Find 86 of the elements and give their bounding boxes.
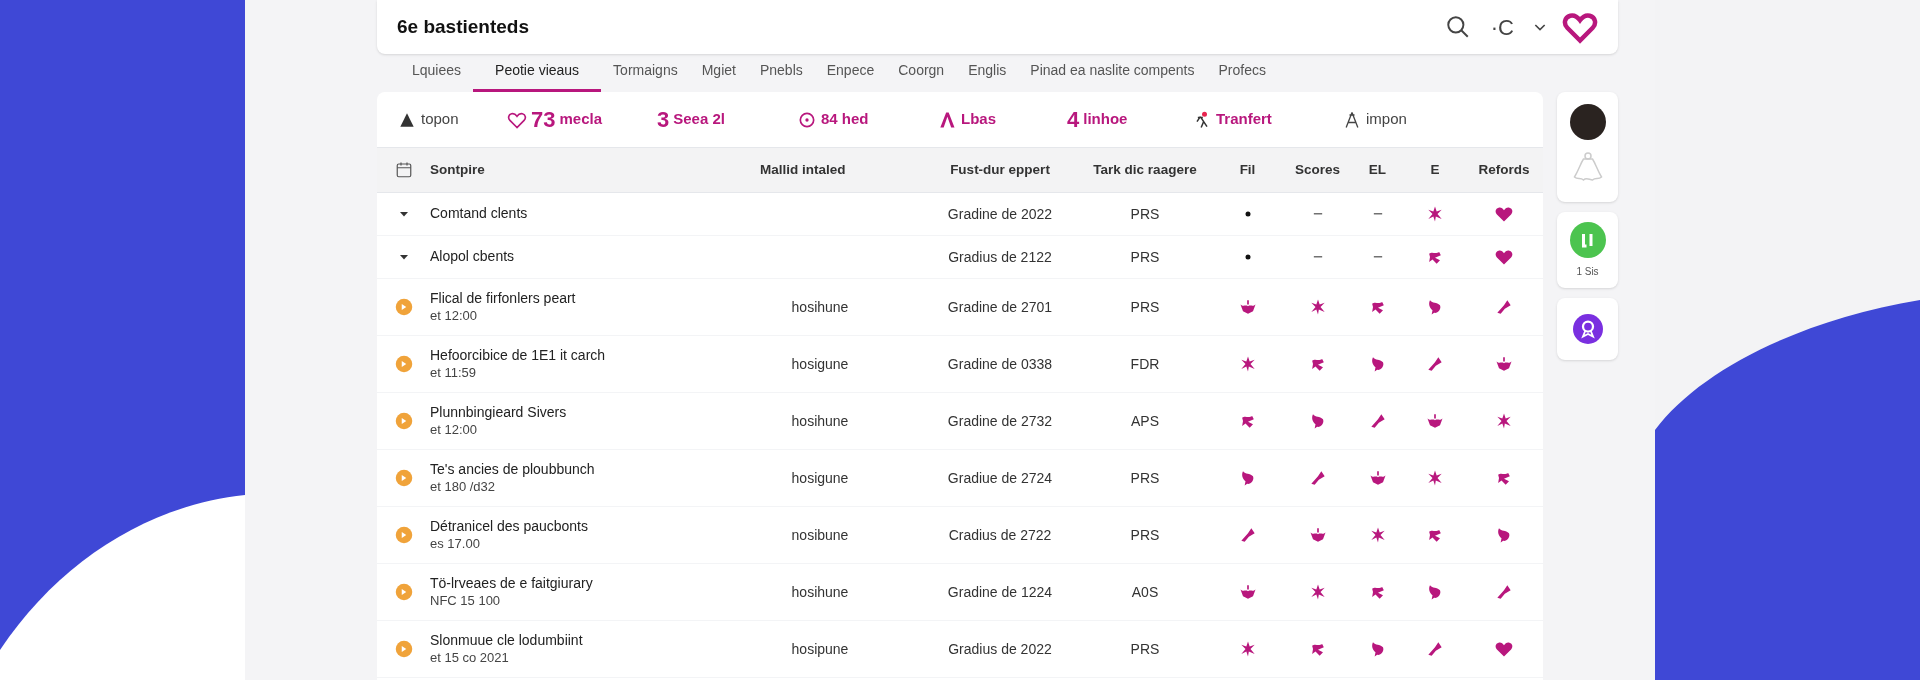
table-cell-text: hosihune xyxy=(791,297,849,317)
table-cell-text: NFC 15 100 xyxy=(430,592,502,609)
stat-label: linhoe xyxy=(1083,109,1128,130)
tab[interactable]: Tormaigns xyxy=(601,60,690,92)
table-cell-text: Cradius de 2722 xyxy=(948,525,1052,545)
table-cell-text: hosigune xyxy=(791,354,849,374)
stat-value: 3 xyxy=(657,106,670,134)
table-cell-text: PRS xyxy=(1130,204,1160,224)
search-icon[interactable] xyxy=(1444,14,1471,40)
table-cell-text: Plunnbingieard Sivers xyxy=(430,404,568,422)
table-cell-text: et 11:59 xyxy=(430,364,478,381)
table-cell-text: Gradine de 1224 xyxy=(947,582,1053,602)
stat-label: topon xyxy=(421,109,459,130)
table-cell-text: Détranicel des paucbonts xyxy=(430,518,589,536)
column-header: E xyxy=(1429,160,1441,179)
status-dot-icon xyxy=(394,640,413,658)
table-cell-text: PRS xyxy=(1130,639,1160,659)
column-header: Scores xyxy=(1294,160,1341,179)
table-cell-text: Gradiue de 2724 xyxy=(947,468,1053,488)
tab[interactable]: Pinad ea naslite compents xyxy=(1018,60,1207,92)
tab[interactable]: Coorgn xyxy=(886,60,957,92)
stat-label: mecla xyxy=(559,109,603,130)
status-dot-icon xyxy=(394,526,413,544)
table-cell-text: Comtand clents xyxy=(430,205,529,223)
table-cell-text: hosigune xyxy=(791,468,849,488)
table-cell-text: Gradine de 0338 xyxy=(947,354,1053,374)
column-header: Sontpire xyxy=(430,160,486,179)
table-cell-text: FDR xyxy=(1130,354,1160,374)
table-cell-text: et 15 co 2021 xyxy=(430,649,510,666)
tab[interactable]: Pnebls xyxy=(747,60,815,92)
table-cell-text: hosihune xyxy=(791,411,849,431)
tab[interactable]: Mgiet xyxy=(689,60,748,92)
table-cell-text: Gradine de 2022 xyxy=(947,204,1053,224)
refresh-button[interactable]: ·C xyxy=(1490,10,1514,44)
table-cell-text: APS xyxy=(1131,411,1159,431)
stat-label: Seea 2l xyxy=(673,109,725,130)
table-cell-text: Gradine de 2732 xyxy=(947,411,1053,431)
stat-label: 84 hed xyxy=(821,109,869,130)
table-cell-text: PRS xyxy=(1130,525,1160,545)
tab[interactable]: Profecs xyxy=(1206,60,1278,92)
status-dot-icon xyxy=(394,412,413,430)
table-cell-text: PRS xyxy=(1130,247,1160,267)
table-cell-text: Gradius de 2122 xyxy=(948,247,1052,267)
dot-icon xyxy=(1244,211,1251,217)
column-header: Fust-dur eppert xyxy=(949,160,1051,179)
badge-caption: 1 Sis xyxy=(1576,264,1599,279)
table-cell-text: Gradius de 2022 xyxy=(948,639,1052,659)
table-cell-text: Flical de firfonlers peart xyxy=(430,290,577,308)
table-cell-text: et 12:00 xyxy=(430,307,478,324)
tab[interactable]: Enpece xyxy=(814,60,887,92)
page-title: 6e bastienteds xyxy=(397,14,530,39)
stat-value: 73 xyxy=(531,106,556,134)
status-dot-icon xyxy=(394,355,413,373)
column-header: Mallid intaled xyxy=(759,160,847,179)
stat-label: impon xyxy=(1366,109,1407,130)
table-cell-text: Te's ancies de ploubbunch xyxy=(430,461,596,479)
status-dot-icon xyxy=(394,583,413,601)
table-cell-text: Tö-lrveaes de e faitgiurary xyxy=(430,575,594,593)
tab[interactable]: Englis xyxy=(956,60,1019,92)
stat-label: Lbas xyxy=(961,109,996,130)
award-icon[interactable] xyxy=(1572,314,1603,344)
table-cell-text: PRS xyxy=(1130,297,1160,317)
table-cell-text: nosibune xyxy=(791,525,849,545)
table-cell-text: es 17.00 xyxy=(430,535,481,552)
status-dot-icon xyxy=(394,469,413,487)
table-cell-text: et 180 /d32 xyxy=(430,478,497,495)
column-header: Fil xyxy=(1238,160,1257,179)
table-cell-text: hosihune xyxy=(791,582,849,602)
status-dot-icon xyxy=(394,298,413,316)
calendar-icon xyxy=(394,161,413,179)
table-cell-text: Alopol cbents xyxy=(430,248,516,266)
avatar[interactable] xyxy=(1569,104,1606,140)
column-header: Refords xyxy=(1477,160,1531,179)
table-cell-text: Slonmuue cle lodumbiint xyxy=(430,632,584,650)
table-cell-text: et 12:00 xyxy=(430,421,478,438)
column-header: Tark dic raagere xyxy=(1092,160,1198,179)
table-cell-text: Gradine de 2701 xyxy=(947,297,1053,317)
tab[interactable]: Lquiees xyxy=(400,60,474,92)
dot-icon xyxy=(1244,254,1251,260)
table-cell-text: Hefoorcibice de 1E1 it carch xyxy=(430,347,607,365)
stat-value: 4 xyxy=(1067,106,1080,134)
table-cell-text: A0S xyxy=(1131,582,1159,602)
column-header: EL xyxy=(1367,160,1388,179)
table-cell-text: hosipune xyxy=(791,639,849,659)
table-cell-text: PRS xyxy=(1130,468,1160,488)
stat-label: Tranfert xyxy=(1216,109,1272,130)
